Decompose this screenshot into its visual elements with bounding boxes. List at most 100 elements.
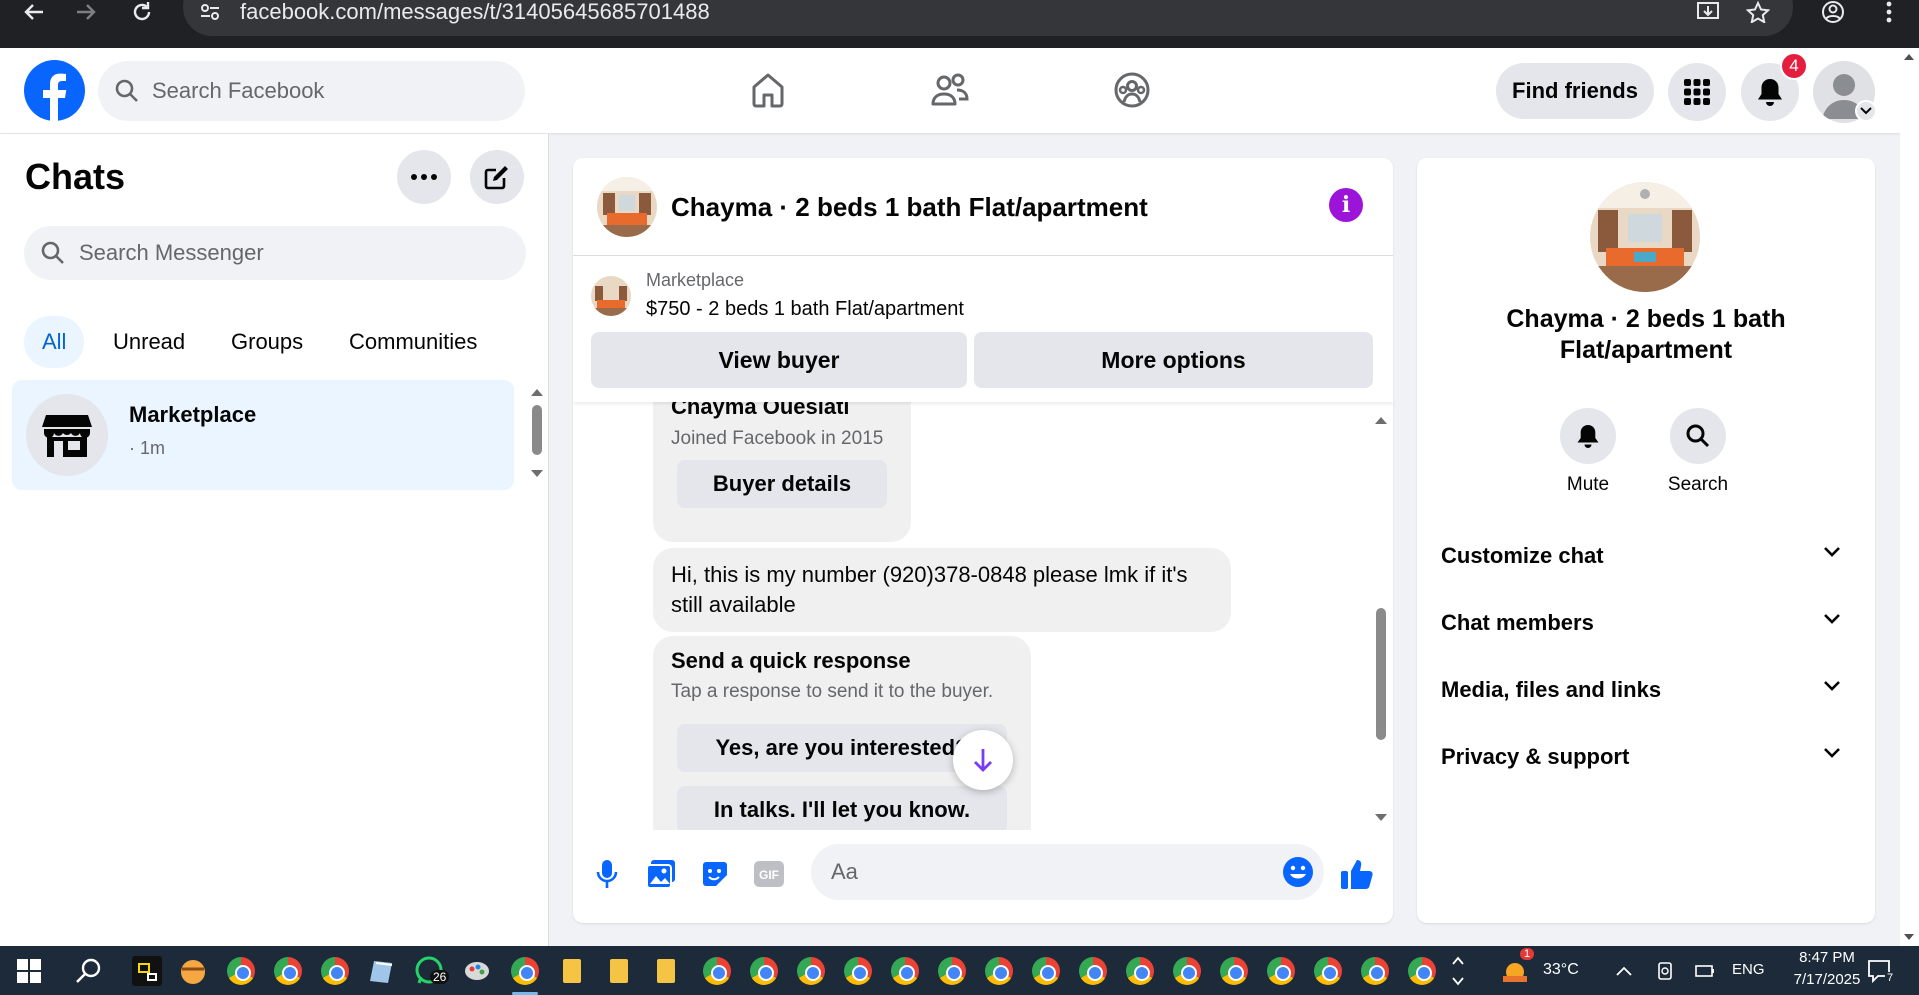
page-scrollbar[interactable] [1900, 48, 1919, 946]
conversation-info-panel: Chayma · 2 beds 1 bath Flat/apartment Mu… [1417, 158, 1875, 923]
app-icon[interactable] [176, 954, 210, 988]
profile-icon[interactable] [1813, 0, 1853, 24]
more-options-button[interactable]: More options [974, 332, 1373, 388]
listing-photo-avatar[interactable] [597, 177, 657, 237]
buyer-joined-date: Joined Facebook in 2015 [671, 428, 884, 449]
chrome-icon[interactable] [508, 954, 542, 995]
paint-app-icon[interactable] [460, 954, 494, 988]
chrome-icon[interactable] [935, 954, 969, 988]
message-input[interactable]: Aa [811, 844, 1324, 900]
listing-thumbnail[interactable] [591, 276, 631, 316]
search-placeholder: Search Messenger [79, 240, 264, 265]
info-icon[interactable]: i [1329, 188, 1363, 222]
back-arrow-icon[interactable] [14, 0, 54, 24]
gif-icon[interactable]: GIF [749, 854, 789, 894]
tab-communities[interactable]: Communities [331, 316, 495, 368]
buyer-details-button[interactable]: Buyer details [677, 460, 887, 508]
chrome-icon[interactable] [1311, 954, 1345, 988]
chrome-icon[interactable] [747, 954, 781, 988]
section-chat-members[interactable]: Chat members [1441, 598, 1851, 648]
message-bubble[interactable]: Hi, this is my number (920)378-0848 plea… [653, 548, 1231, 632]
section-customize-chat[interactable]: Customize chat [1441, 531, 1851, 581]
battery-network-icon[interactable] [1688, 954, 1722, 988]
chrome-icon[interactable] [1358, 954, 1392, 988]
chrome-icon[interactable] [841, 954, 875, 988]
clock-time[interactable]: 8:47 PM [1784, 949, 1870, 966]
sticker-icon[interactable] [695, 854, 735, 894]
chrome-icon[interactable] [224, 954, 258, 988]
section-label: Customize chat [1441, 543, 1604, 568]
friends-icon[interactable] [928, 68, 972, 112]
microphone-icon[interactable] [587, 854, 627, 894]
folder-icon[interactable] [649, 954, 683, 988]
forward-arrow-icon[interactable] [66, 0, 106, 24]
tab-all[interactable]: All [24, 316, 85, 368]
emoji-icon[interactable] [1282, 856, 1314, 893]
chevron-up-icon[interactable] [1607, 954, 1641, 988]
mute-button[interactable]: Mute [1543, 408, 1633, 496]
language-indicator[interactable]: ENG [1732, 961, 1765, 978]
terminal-app-icon[interactable] [130, 954, 164, 988]
section-media-files-links[interactable]: Media, files and links [1441, 665, 1851, 715]
tab-unread[interactable]: Unread [95, 316, 203, 368]
messenger-search-input[interactable]: Search Messenger [24, 226, 526, 280]
message-text: Hi, this is my number (920)378-0848 plea… [671, 562, 1188, 617]
messages-scrollbar[interactable] [1371, 414, 1391, 824]
browser-menu-icon[interactable] [1869, 0, 1909, 24]
chrome-icon[interactable] [982, 954, 1016, 988]
chrome-icon[interactable] [1405, 954, 1439, 988]
chrome-icon[interactable] [318, 954, 352, 988]
reload-icon[interactable] [122, 0, 162, 24]
search-in-chat-button[interactable]: Search [1653, 408, 1743, 496]
chevron-down-icon[interactable] [1855, 100, 1877, 122]
like-thumb-icon[interactable] [1337, 854, 1377, 894]
chrome-icon[interactable] [1076, 954, 1110, 988]
scroll-to-bottom-button[interactable] [953, 730, 1013, 790]
view-buyer-button[interactable]: View buyer [591, 332, 967, 388]
conversation-title[interactable]: Chayma · 2 beds 1 bath Flat/apartment [671, 158, 1148, 256]
bookmark-star-icon[interactable] [1738, 0, 1778, 24]
device-icon[interactable] [1648, 954, 1682, 988]
groups-icon[interactable] [1110, 68, 1154, 112]
folder-icon[interactable] [555, 954, 589, 988]
chrome-icon[interactable] [700, 954, 734, 988]
section-privacy-support[interactable]: Privacy & support [1441, 732, 1851, 782]
install-app-icon[interactable] [1688, 0, 1728, 24]
sidebar-scrollbar[interactable] [529, 386, 545, 482]
home-icon[interactable] [746, 68, 790, 112]
chrome-icon[interactable] [271, 954, 305, 988]
menu-grid-icon[interactable] [1668, 63, 1726, 121]
chats-sidebar: Chats Search Messenger All Unread Groups… [0, 134, 549, 946]
weather-temperature[interactable]: 33°C [1543, 961, 1579, 979]
listing-description[interactable]: $750 - 2 beds 1 bath Flat/apartment [646, 298, 964, 321]
facebook-logo-icon[interactable] [24, 60, 85, 121]
listing-source-label: Marketplace [646, 270, 745, 290]
photo-icon[interactable] [641, 854, 681, 894]
taskbar-overflow-icon[interactable] [1448, 954, 1468, 988]
url-text[interactable]: facebook.com/messages/t/3140564568570148… [240, 0, 710, 24]
chrome-icon[interactable] [1029, 954, 1063, 988]
chrome-icon[interactable] [1123, 954, 1157, 988]
notification-badge: 4 [1780, 52, 1808, 80]
folder-icon[interactable] [602, 954, 636, 988]
search-icon[interactable] [72, 954, 106, 988]
notification-center-badge: 7 [1885, 972, 1896, 984]
section-label: Privacy & support [1441, 744, 1630, 769]
more-options-button[interactable] [397, 150, 451, 204]
find-friends-button[interactable]: Find friends [1496, 63, 1654, 119]
site-info-icon[interactable] [190, 0, 230, 24]
facebook-search-input[interactable]: Search Facebook [98, 61, 525, 121]
tab-groups[interactable]: Groups [213, 316, 321, 368]
listing-photo-avatar[interactable] [1590, 182, 1700, 292]
files-app-icon[interactable] [365, 954, 399, 988]
chat-list-item[interactable]: Marketplace · 1m [12, 380, 514, 490]
chrome-icon[interactable] [1170, 954, 1204, 988]
chrome-icon[interactable] [794, 954, 828, 988]
more-dots-icon [411, 174, 437, 180]
chrome-icon[interactable] [888, 954, 922, 988]
chrome-icon[interactable] [1264, 954, 1298, 988]
windows-start-icon[interactable] [12, 954, 46, 988]
new-message-button[interactable] [470, 150, 524, 204]
chrome-icon[interactable] [1217, 954, 1251, 988]
quick-response-option[interactable]: In talks. I'll let you know. [677, 786, 1007, 830]
